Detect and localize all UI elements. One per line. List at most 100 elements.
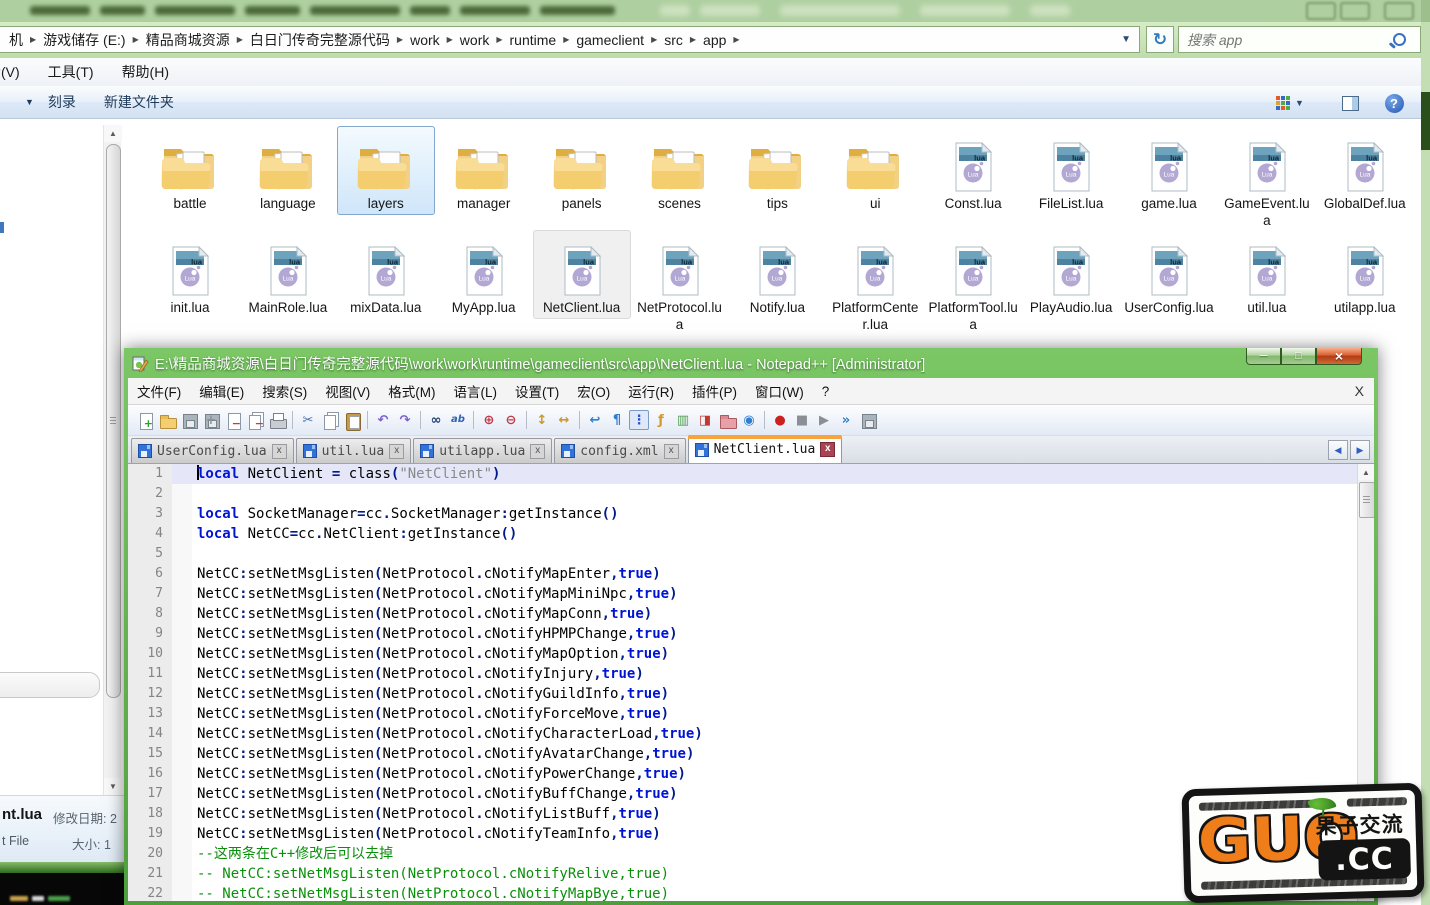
new-folder-button[interactable]: 新建文件夹 (90, 92, 188, 112)
document-switcher-icon[interactable]: ◨ (695, 410, 715, 430)
file-item-const-lua[interactable]: luaLuaConst.lua (924, 126, 1022, 215)
tab-close-icon[interactable]: x (530, 444, 545, 459)
file-item-notify-lua[interactable]: luaLuaNotify.lua (728, 230, 826, 319)
folder-item-panels[interactable]: panels (533, 126, 631, 215)
scroll-up-icon[interactable]: ▲ (1358, 464, 1374, 480)
paste-icon[interactable] (342, 410, 362, 430)
folder-as-workspace-icon[interactable] (717, 410, 737, 430)
tab-close-icon[interactable]: x (820, 442, 835, 457)
macro-run-multiple-icon[interactable]: » (836, 410, 856, 430)
breadcrumb-item[interactable]: work (405, 32, 445, 48)
file-item-filelist-lua[interactable]: luaLuaFileList.lua (1022, 126, 1120, 215)
npp-menu-item[interactable]: 设置(T) (506, 381, 568, 401)
notepadpp-titlebar[interactable]: E:\精品商城资源\白日门传奇完整源代码\work\work\runtime\g… (128, 348, 1374, 378)
menu-item[interactable]: 工具(T) (34, 62, 108, 82)
folder-item-manager[interactable]: manager (435, 126, 533, 215)
sync-scroll-horizontal-icon[interactable]: ↔ (554, 410, 574, 430)
scroll-down-icon[interactable]: ▼ (104, 778, 122, 795)
help-button[interactable]: ? (1382, 91, 1406, 115)
npp-menu-item[interactable]: 语言(L) (445, 381, 507, 401)
folder-item-language[interactable]: language (239, 126, 337, 215)
tab-utilapp-lua[interactable]: utilapp.luax (413, 438, 552, 463)
open-folder-icon[interactable] (157, 410, 177, 430)
file-item-netprotocol-lua[interactable]: luaLuaNetProtocol.lua (631, 230, 729, 336)
scrollbar-thumb[interactable] (1359, 482, 1374, 518)
menu-item[interactable]: 帮助(H) (108, 62, 183, 82)
close-button[interactable]: × (1316, 348, 1362, 365)
macro-play-icon[interactable]: ▶ (814, 410, 834, 430)
folder-item-scenes[interactable]: scenes (631, 126, 729, 215)
file-item-platformcenter-lua[interactable]: luaLuaPlatformCenter.lua (826, 230, 924, 336)
word-wrap-icon[interactable]: ↩ (585, 410, 605, 430)
file-item-platformtool-lua[interactable]: luaLuaPlatformTool.lua (924, 230, 1022, 336)
macro-save-icon[interactable] (858, 410, 878, 430)
refresh-button[interactable]: ↻ (1146, 26, 1174, 53)
document-map-icon[interactable]: ▥ (673, 410, 693, 430)
npp-menu-item[interactable]: 格式(M) (379, 381, 444, 401)
npp-menu-item[interactable]: ? (813, 384, 839, 399)
file-item-gameevent-lua[interactable]: luaLuaGameEvent.lua (1218, 126, 1316, 232)
save-all-icon[interactable]: + (201, 410, 221, 430)
navigation-scrollbar[interactable]: ▲ ▼ (103, 125, 121, 795)
file-item-userconfig-lua[interactable]: luaLuaUserConfig.lua (1120, 230, 1218, 319)
close-all-documents-icon[interactable]: − (245, 410, 265, 430)
file-item-mixdata-lua[interactable]: luaLuamixData.lua (337, 230, 435, 319)
tab-util-lua[interactable]: util.luax (296, 438, 412, 463)
breadcrumb-item[interactable]: 游戏储存 (E:) (38, 30, 130, 50)
npp-menu-item[interactable]: 宏(O) (568, 381, 619, 401)
redo-icon[interactable]: ↷ (395, 410, 415, 430)
npp-menu-item[interactable]: 编辑(E) (190, 381, 253, 401)
new-file-icon[interactable]: + (135, 410, 155, 430)
print-icon[interactable] (267, 410, 287, 430)
file-item-myapp-lua[interactable]: luaLuaMyApp.lua (435, 230, 533, 319)
scroll-up-icon[interactable]: ▲ (104, 125, 122, 142)
folder-item-layers[interactable]: layers (337, 126, 435, 215)
breadcrumb-item[interactable]: 精品商城资源 (141, 30, 235, 50)
search-input[interactable] (1179, 31, 1393, 49)
breadcrumb-item[interactable]: 白日门传奇完整源代码 (245, 30, 395, 50)
preview-pane-button[interactable] (1337, 91, 1363, 115)
breadcrumb-dropdown-icon[interactable]: ▼ (1121, 34, 1131, 45)
breadcrumb-item[interactable]: runtime (505, 32, 562, 48)
npp-menu-item[interactable]: 视图(V) (316, 381, 379, 401)
macro-record-icon[interactable]: ● (770, 410, 790, 430)
breadcrumb-item[interactable]: work (455, 32, 495, 48)
save-icon[interactable] (179, 410, 199, 430)
cut-icon[interactable]: ✂ (298, 410, 318, 430)
burn-button[interactable]: 刻录 (34, 92, 90, 112)
tab-close-icon[interactable]: x (389, 444, 404, 459)
file-item-mainrole-lua[interactable]: luaLuaMainRole.lua (239, 230, 337, 319)
file-item-playaudio-lua[interactable]: luaLuaPlayAudio.lua (1022, 230, 1120, 319)
chevron-down-icon[interactable]: ▼ (25, 97, 34, 107)
tab-scroll-right-icon[interactable]: ▶ (1350, 440, 1370, 460)
change-view-button[interactable]: ▼ (1266, 91, 1314, 115)
file-item-game-lua[interactable]: luaLuagame.lua (1120, 126, 1218, 215)
minimize-button[interactable]: ─ (1246, 348, 1281, 365)
folder-item-ui[interactable]: ui (826, 126, 924, 215)
folder-item-battle[interactable]: battle (141, 126, 239, 215)
menu-item[interactable]: 看(V) (0, 62, 34, 82)
tab-scroll-left-icon[interactable]: ◀ (1328, 440, 1348, 460)
breadcrumb-item[interactable]: src (659, 32, 688, 48)
tab-close-icon[interactable]: x (664, 444, 679, 459)
file-item-util-lua[interactable]: luaLuautil.lua (1218, 230, 1316, 319)
copy-icon[interactable] (320, 410, 340, 430)
tab-userconfig-lua[interactable]: UserConfig.luax (131, 438, 294, 463)
function-list-icon[interactable]: ƒ (651, 410, 671, 430)
npp-menu-item[interactable]: 插件(P) (683, 381, 746, 401)
tab-config-xml[interactable]: config.xmlx (554, 438, 685, 463)
file-item-init-lua[interactable]: luaLuainit.lua (141, 230, 239, 319)
indent-guide-icon[interactable]: ⋮ (629, 410, 649, 430)
file-item-globaldef-lua[interactable]: luaLuaGlobalDef.lua (1316, 126, 1414, 215)
undo-icon[interactable]: ↶ (373, 410, 393, 430)
close-document-x-icon[interactable]: X (1355, 383, 1364, 399)
npp-menu-item[interactable]: 窗口(W) (746, 381, 813, 401)
macro-stop-icon[interactable]: ■ (792, 410, 812, 430)
maximize-button[interactable]: □ (1281, 348, 1316, 365)
breadcrumb-item[interactable]: app (698, 32, 731, 48)
find-icon[interactable]: ∞ (426, 410, 446, 430)
file-monitoring-icon[interactable]: ◉ (739, 410, 759, 430)
close-document-icon[interactable]: − (223, 410, 243, 430)
scrollbar-thumb[interactable] (106, 144, 121, 698)
breadcrumb-item[interactable]: gameclient (571, 32, 649, 48)
